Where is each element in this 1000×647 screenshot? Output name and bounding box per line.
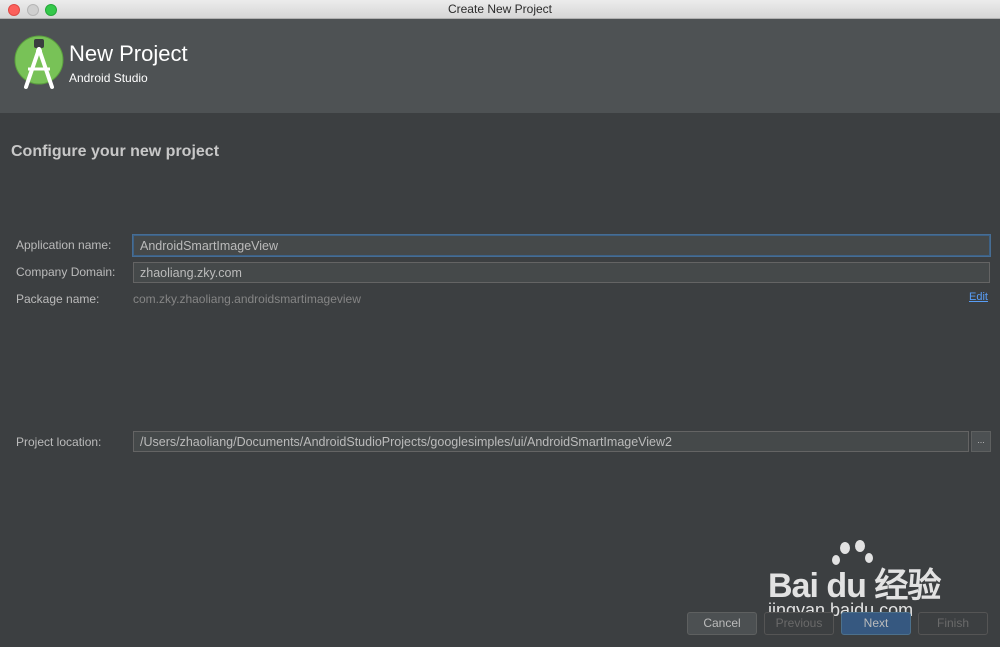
header-subtitle: Android Studio (69, 71, 148, 85)
section-title: Configure your new project (11, 143, 220, 160)
app-name-input[interactable] (133, 235, 990, 256)
app-name-label: Application name: (16, 238, 112, 252)
window-titlebar: Create New Project (0, 0, 1000, 19)
edit-package-link[interactable]: Edit (969, 291, 988, 303)
previous-button[interactable]: Previous (764, 612, 834, 635)
package-name-value: com.zky.zhaoliang.androidsmartimageview (133, 292, 361, 306)
finish-button[interactable]: Finish (918, 612, 988, 635)
header-title: New Project (69, 41, 188, 66)
window-title: Create New Project (447, 2, 553, 16)
next-button[interactable]: Next (841, 612, 911, 635)
package-name-label: Package name: (16, 292, 100, 306)
project-location-input[interactable] (133, 431, 969, 452)
project-location-label: Project location: (16, 435, 102, 449)
android-studio-logo-icon (14, 35, 64, 89)
wizard-header: New Project Android Studio (0, 19, 1000, 113)
cancel-button[interactable]: Cancel (687, 612, 757, 635)
browse-location-button[interactable]: ... (971, 431, 991, 452)
company-domain-label: Company Domain: (16, 265, 116, 279)
company-domain-input[interactable] (133, 262, 990, 283)
